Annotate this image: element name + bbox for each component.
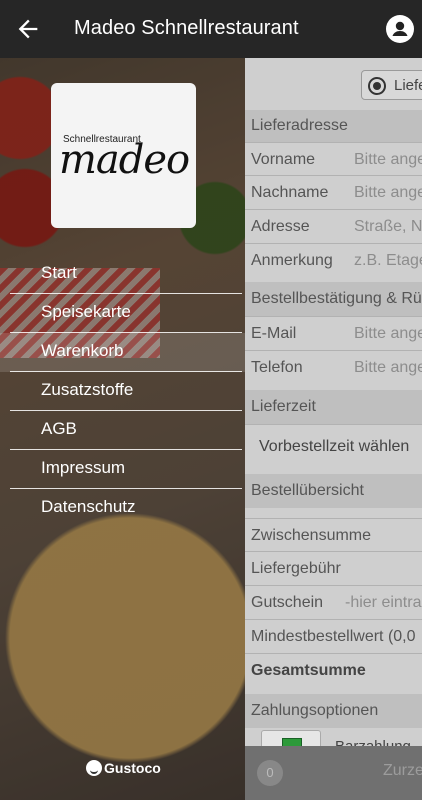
note-field[interactable]: Anmerkung z.B. Etage (245, 243, 422, 277)
order-action-button[interactable]: Zurze (383, 762, 422, 780)
delivery-option-label: Liefe (394, 77, 422, 94)
gustoco-brand[interactable]: Gustoco (86, 760, 161, 776)
preorder-select[interactable]: Vorbestellzeit wählen (245, 424, 422, 468)
section-payment: Zahlungsoptionen (245, 694, 422, 728)
menu-item-label: AGB (41, 419, 77, 438)
logo-wordmark: madeo (59, 137, 190, 183)
gustoco-smile-icon (86, 760, 102, 776)
address-label: Adresse (251, 218, 310, 235)
email-placeholder: Bitte ange (354, 325, 422, 342)
voucher-placeholder: -hier eintra (345, 594, 422, 611)
note-placeholder: z.B. Etage (354, 252, 422, 269)
address-field[interactable]: Adresse Straße, N (245, 209, 422, 243)
email-label: E-Mail (251, 325, 297, 342)
menu-item-label: Start (41, 263, 77, 282)
first-name-placeholder: Bitte ange (354, 151, 422, 168)
delivery-fee-row: Liefergebühr (245, 551, 422, 585)
min-order-row: Mindestbestellwert (0,0 (245, 619, 422, 653)
section-confirmation: Bestellbestätigung & Rü (245, 282, 422, 316)
menu-item-label: Datenschutz (41, 497, 136, 516)
first-name-label: Vorname (251, 151, 316, 168)
address-placeholder: Straße, N (354, 218, 422, 235)
last-name-field[interactable]: Nachname Bitte ange (245, 175, 422, 209)
app-bar: Madeo Schnellrestaurant (0, 0, 422, 58)
app-title: Madeo Schnellrestaurant (74, 17, 299, 39)
first-name-field[interactable]: Vorname Bitte ange (245, 142, 422, 175)
delivery-option-radio[interactable]: Liefe (361, 70, 422, 100)
menu-item-label: Speisekarte (41, 302, 131, 321)
account-icon[interactable] (386, 15, 414, 43)
order-bottom-bar: 0 Zurze (245, 746, 422, 800)
order-page: Liefe Lieferadresse Vorname Bitte ange N… (245, 58, 422, 800)
note-label: Anmerkung (251, 252, 333, 269)
menu-item-start[interactable]: Start (0, 255, 245, 294)
subtotal-row: Zwischensumme (245, 518, 422, 551)
last-name-label: Nachname (251, 184, 329, 201)
section-summary: Bestellübersicht (245, 474, 422, 508)
total-row: Gesamtsumme (245, 653, 422, 687)
restaurant-logo: Schnellrestaurant madeo (51, 83, 196, 228)
section-address: Lieferadresse (245, 110, 422, 142)
gustoco-label: Gustoco (104, 760, 161, 776)
menu-item-warenkorb[interactable]: Warenkorb (0, 333, 245, 372)
menu-item-label: Impressum (41, 458, 126, 477)
cart-count-badge: 0 (257, 760, 283, 786)
menu-item-label: Warenkorb (41, 341, 124, 360)
phone-placeholder: Bitte ange (354, 359, 422, 376)
navigation-drawer: Schnellrestaurant madeo Start Speisekart… (0, 58, 245, 800)
phone-field[interactable]: Telefon Bitte ange (245, 350, 422, 384)
menu-item-agb[interactable]: AGB (0, 411, 245, 450)
menu-item-datenschutz[interactable]: Datenschutz (0, 489, 245, 528)
phone-label: Telefon (251, 359, 303, 376)
voucher-field[interactable]: Gutschein -hier eintra (245, 585, 422, 619)
email-field[interactable]: E-Mail Bitte ange (245, 316, 422, 350)
menu-item-impressum[interactable]: Impressum (0, 450, 245, 489)
voucher-label: Gutschein (251, 594, 324, 611)
drawer-menu: Start Speisekarte Warenkorb Zusatzstoffe… (0, 255, 245, 528)
section-delivery-time: Lieferzeit (245, 390, 422, 424)
back-arrow-icon[interactable] (14, 15, 42, 43)
last-name-placeholder: Bitte ange (354, 184, 422, 201)
menu-item-speisekarte[interactable]: Speisekarte (0, 294, 245, 333)
menu-item-label: Zusatzstoffe (41, 380, 134, 399)
menu-item-zusatzstoffe[interactable]: Zusatzstoffe (0, 372, 245, 411)
radio-selected-icon (368, 77, 386, 95)
